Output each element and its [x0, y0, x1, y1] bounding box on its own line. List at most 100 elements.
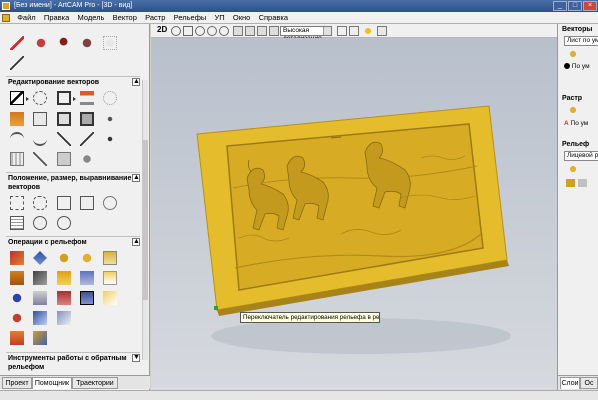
section-inverse-relief[interactable]: Инструменты работы с обратным рельефом ▼: [6, 352, 140, 374]
tab-toolpaths[interactable]: Траектории: [72, 377, 118, 389]
texture-icon[interactable]: [103, 291, 117, 305]
tab-other[interactable]: Ос: [580, 377, 598, 389]
table-icon[interactable]: [57, 152, 71, 166]
text-tool-icon[interactable]: [80, 91, 94, 105]
chevron-down-icon[interactable]: [323, 27, 331, 35]
flyout-arrow-icon[interactable]: [73, 97, 76, 101]
fade-icon[interactable]: [33, 291, 47, 305]
sculpt-icon[interactable]: [10, 311, 24, 325]
rotate-view-icon[interactable]: [171, 26, 181, 36]
line-tool-icon[interactable]: [10, 56, 24, 70]
iso-view-icon[interactable]: [269, 26, 279, 36]
pan-icon[interactable]: [183, 26, 193, 36]
star-relief-icon[interactable]: [10, 291, 24, 305]
assistant-scrollbar[interactable]: [142, 80, 148, 360]
bake-relief-icon[interactable]: [33, 331, 47, 345]
two-rail-sweep-icon[interactable]: [103, 251, 117, 265]
weave-icon[interactable]: [10, 152, 24, 166]
pyramid-icon[interactable]: [33, 271, 47, 285]
vector-layer-row[interactable]: По ум: [564, 62, 590, 72]
detail-level-select[interactable]: Высокая детализация: [280, 26, 332, 42]
menu-edit[interactable]: Правка: [41, 12, 72, 24]
section-position-size[interactable]: Положение, размер, выравнивание векторов…: [6, 172, 140, 194]
material-icon[interactable]: [349, 26, 359, 36]
close-button[interactable]: ×: [583, 1, 597, 11]
3d-viewport[interactable]: [151, 38, 557, 390]
tab-assistant[interactable]: Помощник: [32, 377, 72, 389]
collapse-arrow-icon[interactable]: ▲: [132, 78, 140, 86]
ellipse-icon[interactable]: [103, 91, 117, 105]
raster-folder-icon[interactable]: [568, 105, 578, 115]
circular-array-icon[interactable]: [33, 216, 47, 230]
scrollbar-thumb[interactable]: [143, 140, 148, 300]
maximize-button[interactable]: □: [568, 1, 582, 11]
menu-reliefs[interactable]: Рельефы: [171, 12, 210, 24]
curve-icon[interactable]: [33, 132, 47, 146]
pen-tool-icon[interactable]: [10, 36, 24, 50]
polygon-icon[interactable]: [33, 112, 47, 126]
shape-editor-icon[interactable]: [10, 251, 24, 265]
arc-icon[interactable]: [10, 132, 24, 146]
point-icon[interactable]: [103, 132, 117, 146]
side-view-icon[interactable]: [257, 26, 267, 36]
relief-layer-icon[interactable]: [10, 271, 24, 285]
smooth-icon[interactable]: [57, 291, 71, 305]
shading-icon[interactable]: [337, 26, 347, 36]
relief-layer-icons[interactable]: [566, 179, 596, 187]
eraser-icon[interactable]: [80, 36, 94, 50]
relief-folder-icon[interactable]: [568, 164, 578, 174]
section-vector-editing[interactable]: Редактирование векторов ▲: [6, 76, 140, 88]
menu-vector[interactable]: Вектор: [110, 12, 140, 24]
menu-help[interactable]: Справка: [256, 12, 291, 24]
transform-icon[interactable]: [33, 91, 47, 105]
top-view-icon[interactable]: [233, 26, 243, 36]
distribute-icon[interactable]: [80, 196, 94, 210]
view-settings-icon[interactable]: [377, 26, 387, 36]
trim-icon[interactable]: [33, 152, 47, 166]
zoom-extents-icon[interactable]: [219, 26, 229, 36]
nodes-icon[interactable]: [103, 112, 117, 126]
expand-arrow-icon[interactable]: ▼: [132, 354, 140, 362]
front-view-icon[interactable]: [245, 26, 255, 36]
vector-layer-field[interactable]: Лист по ум: [564, 36, 598, 46]
grid-icon[interactable]: [57, 112, 71, 126]
copy-relief-icon[interactable]: [103, 271, 117, 285]
menu-window[interactable]: Окно: [230, 12, 253, 24]
select-pointer-icon[interactable]: [10, 91, 24, 105]
wrap-icon[interactable]: [57, 216, 71, 230]
bitmap-icon[interactable]: [80, 112, 94, 126]
raster-layer-row[interactable]: А По ум: [564, 119, 588, 129]
folder-icon[interactable]: [568, 49, 578, 59]
turn-icon[interactable]: [80, 251, 94, 265]
relief-layer-field[interactable]: Лицевой р: [564, 151, 598, 161]
zoom-in-icon[interactable]: [195, 26, 205, 36]
menu-model[interactable]: Модель: [75, 12, 108, 24]
tab-layers[interactable]: Слои: [560, 377, 580, 389]
offset-relief-icon[interactable]: [57, 271, 71, 285]
rectangle-icon[interactable]: [57, 91, 71, 105]
rotate-icon[interactable]: [103, 196, 117, 210]
collapse-arrow-icon[interactable]: ▲: [132, 174, 140, 182]
brush-icon[interactable]: [58, 36, 72, 50]
section-relief-operations[interactable]: Операции с рельефом ▲: [6, 236, 140, 248]
gear-icon[interactable]: [80, 152, 94, 166]
relief-edit-mode-icon[interactable]: [80, 291, 94, 305]
move-icon[interactable]: [10, 196, 24, 210]
split-icon[interactable]: [80, 132, 94, 146]
light-bulb-icon[interactable]: [363, 26, 373, 36]
array-icon[interactable]: [10, 216, 24, 230]
2d-view-button[interactable]: 2D: [157, 25, 167, 34]
menu-toolpaths[interactable]: УП: [212, 12, 228, 24]
zero-relief-icon[interactable]: [33, 311, 47, 325]
scale-icon[interactable]: [33, 196, 47, 210]
spline-icon[interactable]: [57, 132, 71, 146]
calculate-relief-icon[interactable]: [10, 331, 24, 345]
minimize-button[interactable]: _: [553, 1, 567, 11]
flyout-arrow-icon[interactable]: [26, 97, 29, 101]
cloud-icon[interactable]: [103, 36, 117, 50]
document-icon[interactable]: [2, 14, 10, 22]
collapse-arrow-icon[interactable]: ▲: [132, 238, 140, 246]
spin-icon[interactable]: [57, 251, 71, 265]
invert-relief-icon[interactable]: [57, 311, 71, 325]
paint-icon[interactable]: [34, 36, 48, 50]
